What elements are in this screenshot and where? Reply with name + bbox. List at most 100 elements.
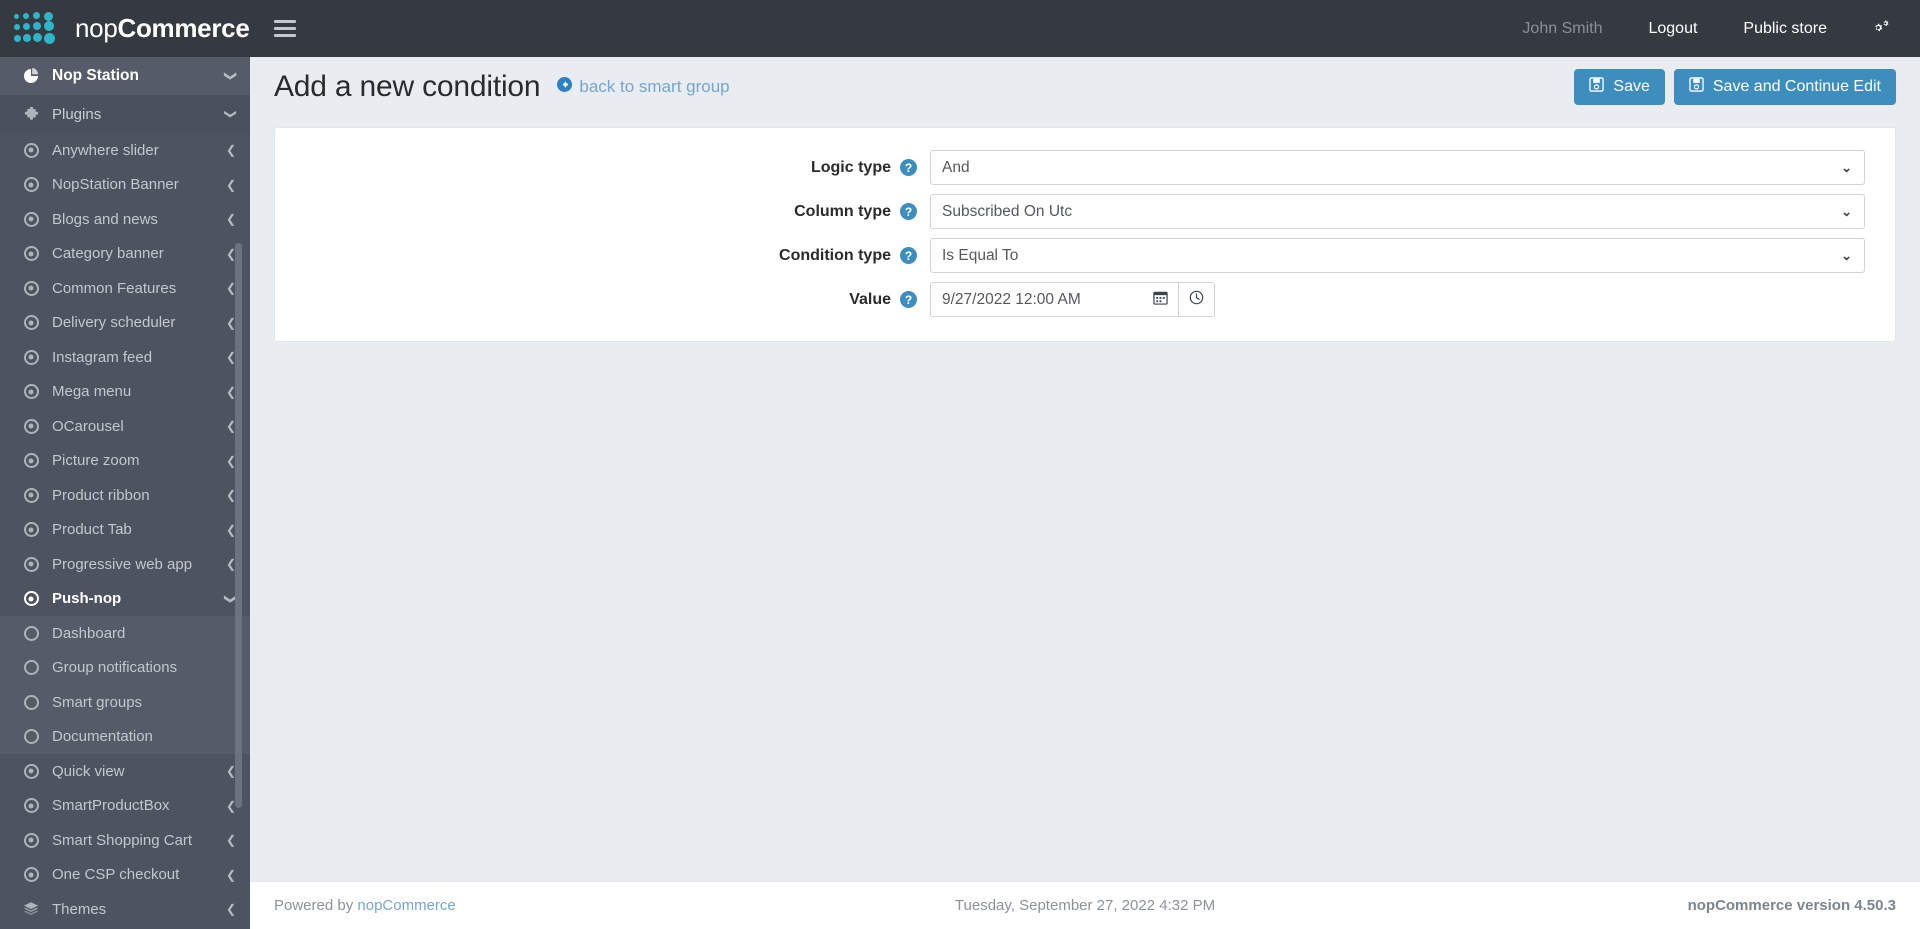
dot-circle-icon (18, 522, 44, 538)
sidebar-item-common-features[interactable]: Common Features ❮ (0, 271, 250, 306)
powered-by-label: Powered by (274, 897, 354, 914)
chevron-down-icon: ⌄ (1841, 203, 1852, 219)
dot-circle-icon (18, 280, 44, 296)
chevron-down-icon: ❯ (223, 70, 238, 82)
logic-type-select[interactable]: And ⌄ (930, 150, 1865, 185)
sidebar-item-ocarousel[interactable]: OCarousel ❮ (0, 409, 250, 444)
sidebar-item-label: Delivery scheduler (52, 314, 176, 332)
logout-link[interactable]: Logout (1625, 20, 1720, 38)
sidebar-item-smart-shopping-cart[interactable]: Smart Shopping Cart ❮ (0, 823, 250, 858)
chevron-left-icon: ❮ (225, 867, 236, 882)
sidebar-item-one-csp-checkout[interactable]: One CSP checkout ❮ (0, 858, 250, 893)
time-picker-button[interactable] (1179, 282, 1215, 317)
sidebar-item-dashboard[interactable]: Dashboard (0, 616, 250, 651)
sidebar-item-smart-groups[interactable]: Smart groups (0, 685, 250, 720)
dot-circle-icon (18, 418, 44, 434)
sidebar-item-nop-station[interactable]: Nop Station ❯ (0, 57, 250, 95)
value-datetime-input[interactable] (930, 282, 1143, 317)
chevron-down-icon: ⌄ (1841, 159, 1852, 175)
condition-type-value: Is Equal To (942, 246, 1019, 264)
column-type-select[interactable]: Subscribed On Utc ⌄ (930, 194, 1865, 229)
sidebar-item-label: Category banner (52, 245, 164, 263)
user-name-link[interactable]: John Smith (1499, 20, 1625, 38)
sidebar-item-picture-zoom[interactable]: Picture zoom ❮ (0, 444, 250, 479)
sidebar-item-anywhere-slider[interactable]: Anywhere slider ❮ (0, 133, 250, 168)
menu-toggle-icon[interactable] (274, 16, 296, 41)
calendar-picker-button[interactable] (1143, 282, 1179, 317)
sidebar-item-category-banner[interactable]: Category banner ❮ (0, 237, 250, 272)
question-circle-icon[interactable]: ? (900, 291, 917, 308)
sidebar-item-label: Product ribbon (52, 486, 150, 504)
sidebar-item-documentation[interactable]: Documentation (0, 719, 250, 754)
sidebar-item-product-tab[interactable]: Product Tab ❮ (0, 513, 250, 548)
sidebar-item-label: Dashboard (52, 624, 126, 642)
column-type-value: Subscribed On Utc (942, 202, 1073, 220)
question-circle-icon[interactable]: ? (900, 159, 917, 176)
chevron-left-icon: ❮ (225, 143, 236, 158)
condition-form-card: Logic type ? And ⌄ Column type ? Subscri… (274, 127, 1896, 342)
sidebar-scrollbar-thumb[interactable] (235, 243, 242, 808)
sidebar-item-blogs-and-news[interactable]: Blogs and news ❮ (0, 202, 250, 237)
form-row-column-type: Column type ? Subscribed On Utc ⌄ (275, 194, 1895, 229)
sidebar-item-label: Smart groups (52, 693, 143, 711)
sidebar-item-quick-view[interactable]: Quick view ❮ (0, 754, 250, 789)
sidebar-item-label: Themes (52, 900, 107, 918)
condition-type-label-group: Condition type ? (275, 247, 930, 265)
content-header: Add a new condition back to smart group … (250, 57, 1920, 117)
circle-icon (18, 660, 44, 676)
sidebar-item-label: Push-nop (52, 590, 122, 608)
topbar-right-group: John Smith Logout Public store (1499, 20, 1898, 38)
public-store-link[interactable]: Public store (1720, 20, 1850, 38)
sidebar-item-progressive-web-app[interactable]: Progressive web app ❮ (0, 547, 250, 582)
sidebar: nopCommerce Nop Station ❯ Plugins ❯ Anyw… (0, 0, 250, 929)
question-circle-icon[interactable]: ? (900, 247, 917, 264)
pie-chart-icon (18, 68, 44, 84)
sidebar-scrollbar[interactable] (235, 0, 246, 872)
brand-name: nopCommerce (75, 13, 250, 44)
sidebar-item-mega-menu[interactable]: Mega menu ❮ (0, 375, 250, 410)
logic-type-label: Logic type (810, 158, 891, 176)
save-and-continue-edit-button[interactable]: Save and Continue Edit (1673, 69, 1896, 105)
main-area: John Smith Logout Public store Add a new… (250, 0, 1920, 929)
sidebar-item-group-notifications[interactable]: Group notifications (0, 650, 250, 685)
sidebar-item-plugins[interactable]: Plugins ❯ (0, 95, 250, 133)
question-circle-icon[interactable]: ? (900, 203, 917, 220)
back-to-smart-group-link[interactable]: back to smart group (557, 77, 730, 97)
arrow-circle-left-icon (557, 77, 573, 97)
condition-type-select[interactable]: Is Equal To ⌄ (930, 238, 1865, 273)
chevron-left-icon: ❮ (225, 212, 236, 227)
condition-type-field: Is Equal To ⌄ (930, 238, 1895, 273)
chevron-down-icon: ❯ (223, 108, 238, 120)
brand-logo[interactable]: nopCommerce (0, 0, 250, 57)
sidebar-item-instagram-feed[interactable]: Instagram feed ❮ (0, 340, 250, 375)
save-button[interactable]: Save (1574, 69, 1665, 105)
form-row-value: Value ? (275, 282, 1895, 317)
top-navbar: John Smith Logout Public store (250, 0, 1920, 57)
sidebar-item-label: Group notifications (52, 659, 178, 677)
dot-circle-icon (18, 177, 44, 193)
powered-by-text: Powered by nopCommerce (274, 897, 456, 914)
dot-circle-icon (18, 798, 44, 814)
value-label-group: Value ? (275, 291, 930, 309)
dot-circle-icon (18, 142, 44, 158)
nopcommerce-link[interactable]: nopCommerce (357, 897, 455, 914)
value-field (930, 282, 1895, 317)
dot-circle-icon (18, 453, 44, 469)
sidebar-item-label: Picture zoom (52, 452, 140, 470)
sidebar-item-product-ribbon[interactable]: Product ribbon ❮ (0, 478, 250, 513)
save-button-label: Save (1613, 78, 1650, 95)
sidebar-item-label: Quick view (52, 762, 125, 780)
settings-gears-icon[interactable] (1850, 19, 1898, 38)
chevron-left-icon: ❮ (225, 902, 236, 917)
sidebar-item-delivery-scheduler[interactable]: Delivery scheduler ❮ (0, 306, 250, 341)
dot-circle-icon (18, 591, 44, 607)
sidebar-item-label: Plugins (52, 105, 102, 123)
sidebar-item-push-nop[interactable]: Push-nop ❯ (0, 581, 250, 616)
floppy-disk-icon (1589, 77, 1605, 97)
logic-type-value: And (942, 158, 970, 176)
sidebar-item-smartproductbox[interactable]: SmartProductBox ❮ (0, 789, 250, 824)
footer-version: nopCommerce version 4.50.3 (1687, 897, 1896, 914)
circle-icon (18, 694, 44, 710)
sidebar-item-themes[interactable]: Themes ❮ (0, 892, 250, 927)
sidebar-item-nopstation-banner[interactable]: NopStation Banner ❮ (0, 168, 250, 203)
